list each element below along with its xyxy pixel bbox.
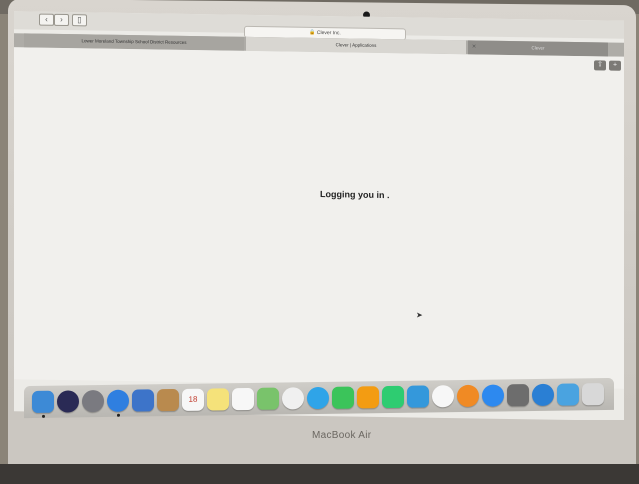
mouse-cursor-icon: ➤ <box>416 310 423 320</box>
sidebar-button[interactable]: ▯ <box>72 14 87 27</box>
lower-bezel <box>8 420 636 464</box>
ibooks-icon[interactable] <box>457 384 479 408</box>
maps-icon[interactable] <box>257 387 279 410</box>
new-tab-button[interactable]: + <box>609 60 621 71</box>
logging-message: Logging you in . <box>320 189 390 201</box>
forward-button[interactable]: › <box>54 13 69 27</box>
finder-icon[interactable] <box>32 390 54 414</box>
device-brand-label: MacBook Air <box>312 430 372 441</box>
keynote-icon[interactable] <box>407 385 429 408</box>
laptop-screen: ‹ › ▯ 🔒 Clever Inc. Lower Moreland Towns… <box>14 11 624 421</box>
back-button[interactable]: ‹ <box>39 13 54 26</box>
share-button[interactable]: ⇪ <box>594 60 606 71</box>
reminders-icon[interactable] <box>232 387 254 411</box>
globe-icon[interactable] <box>532 383 554 407</box>
siri-icon[interactable] <box>57 390 79 413</box>
running-indicator <box>42 414 45 418</box>
calendar-icon[interactable]: 18 <box>182 388 204 411</box>
running-indicator <box>117 413 120 417</box>
contacts-icon[interactable] <box>157 388 179 412</box>
facetime-icon[interactable] <box>332 386 354 409</box>
app-store-icon[interactable] <box>482 384 504 407</box>
mail-icon[interactable] <box>132 389 154 412</box>
calendar-date-label: 18 <box>188 394 198 404</box>
itunes-icon[interactable] <box>432 385 454 408</box>
photos-icon[interactable] <box>282 387 304 410</box>
messages-icon[interactable] <box>307 386 329 410</box>
notes-icon[interactable] <box>207 388 229 411</box>
page-content: Logging you in . ➤ <box>14 47 624 389</box>
trash-icon[interactable] <box>582 383 604 406</box>
close-tab-icon[interactable]: × <box>472 43 476 50</box>
numbers-icon[interactable] <box>382 385 404 409</box>
pages-icon[interactable] <box>357 386 379 409</box>
downloads-icon[interactable] <box>557 383 579 406</box>
launchpad-icon[interactable] <box>82 390 104 413</box>
safari-icon[interactable] <box>107 389 129 412</box>
laptop-base <box>0 464 639 484</box>
system-preferences-icon[interactable] <box>507 384 529 407</box>
